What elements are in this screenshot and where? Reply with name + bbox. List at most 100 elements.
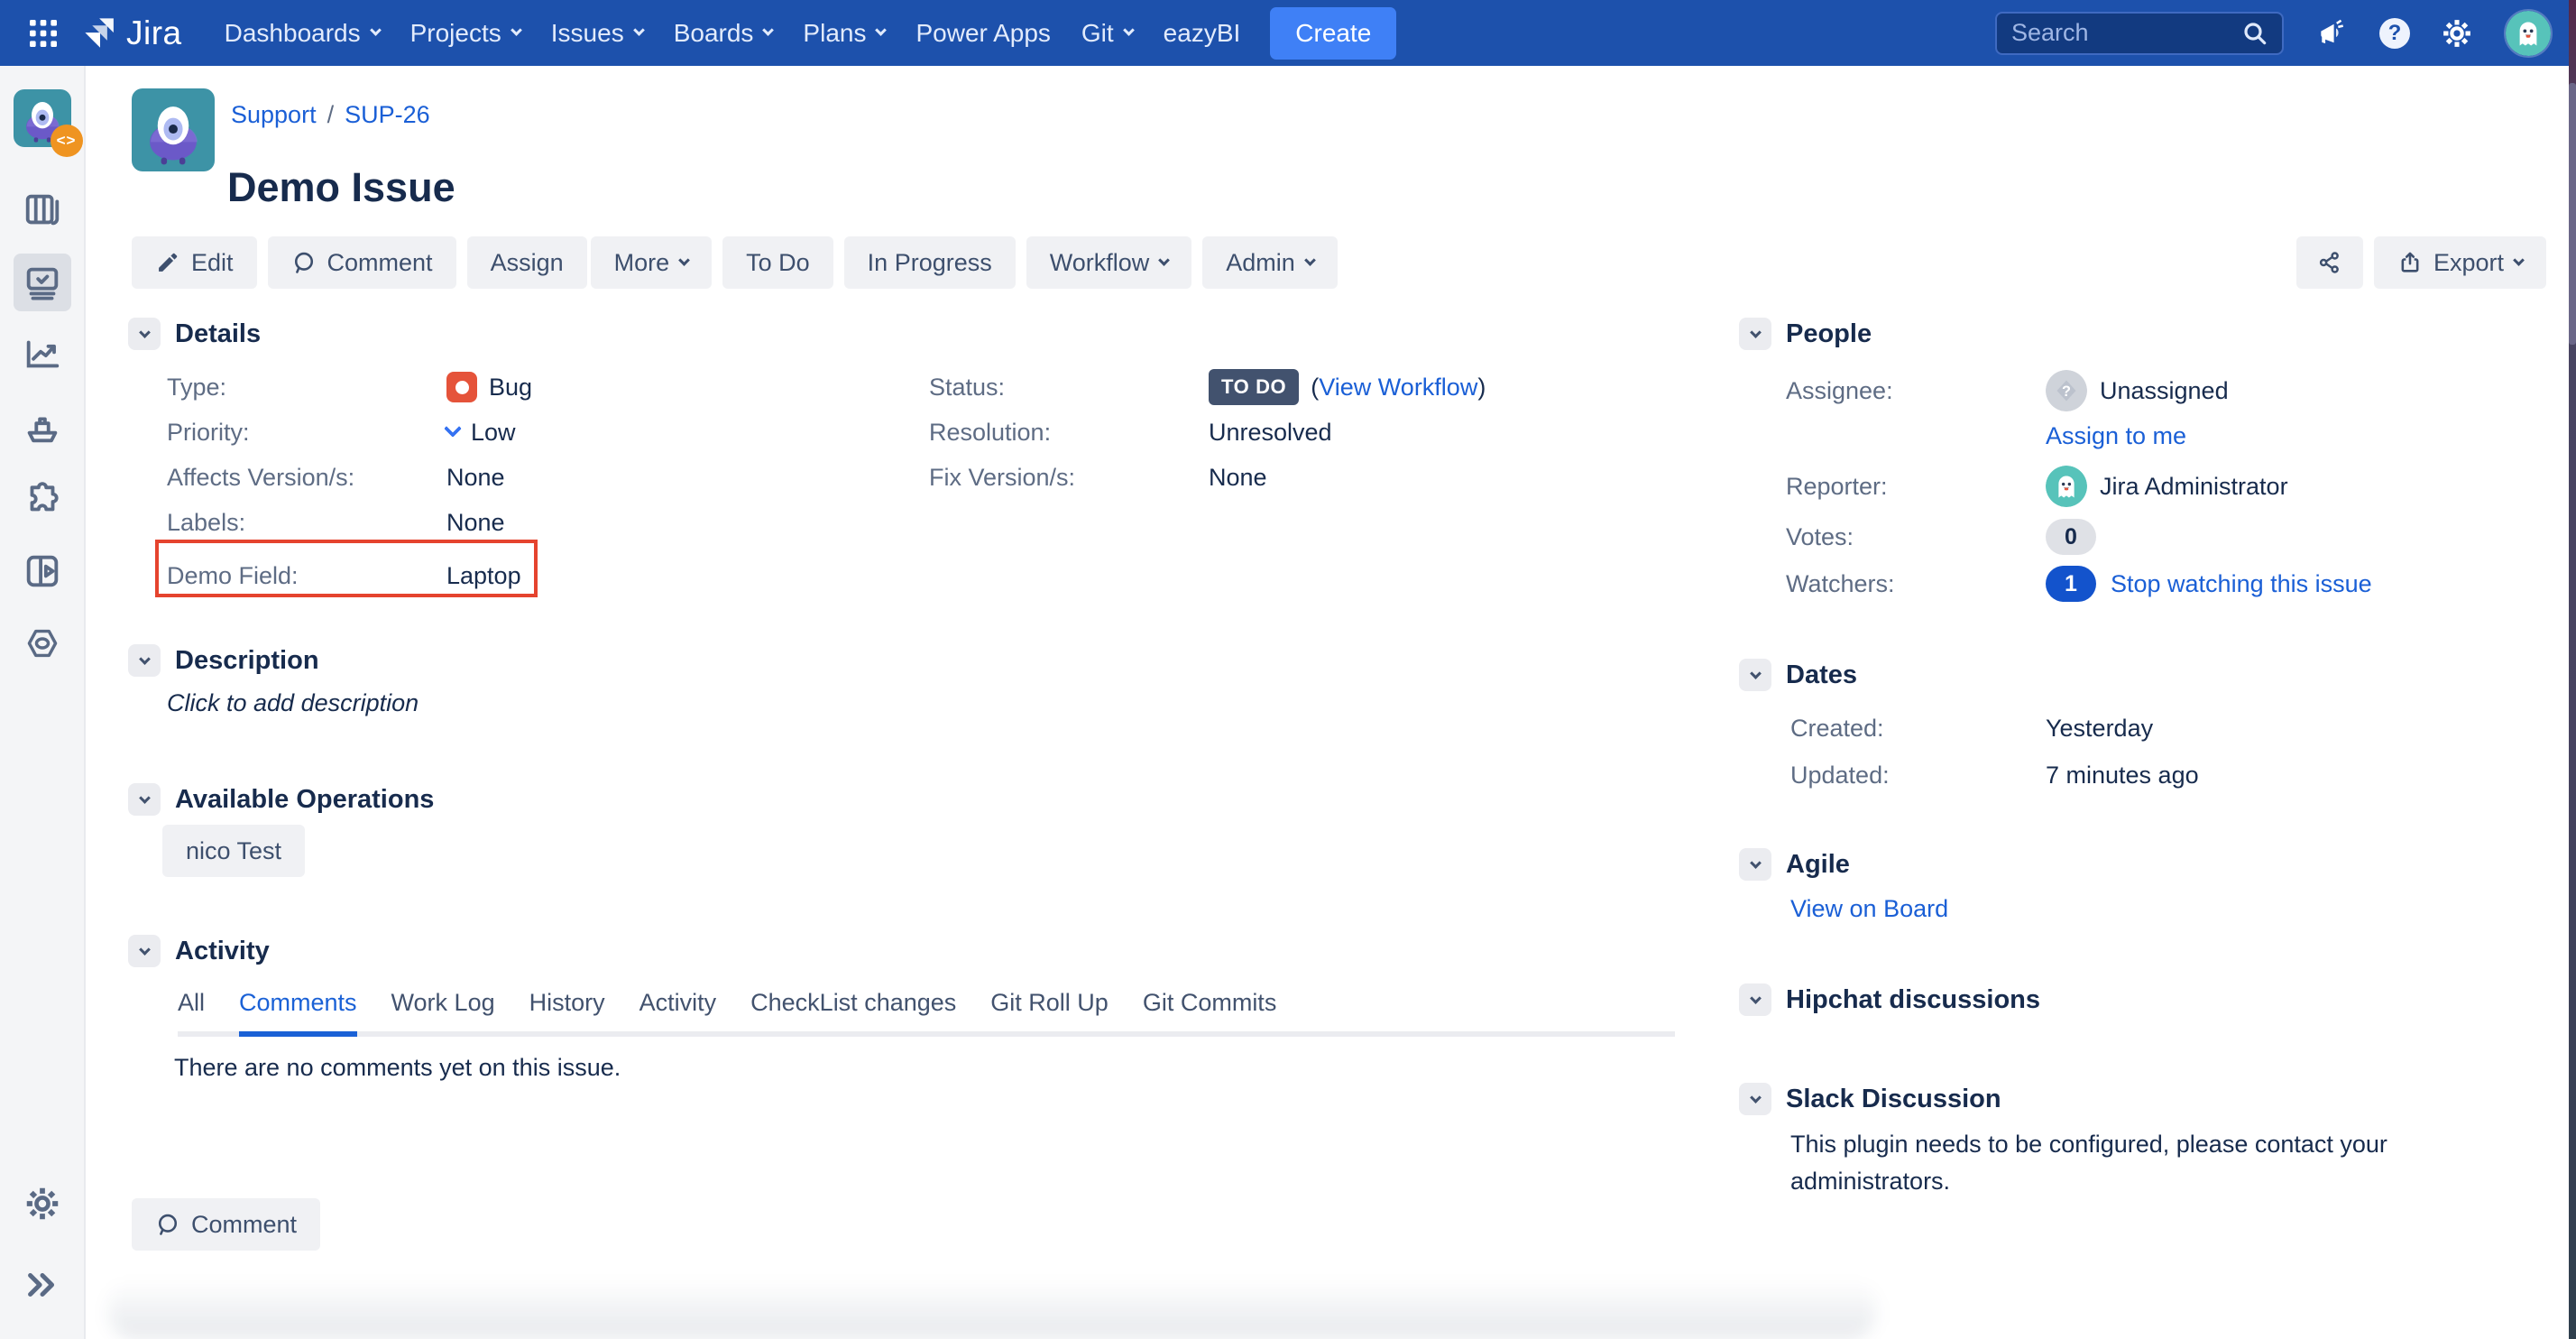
assign-group: Assign More [467, 236, 713, 289]
tab-git-roll-up[interactable]: Git Roll Up [990, 989, 1109, 1031]
view-on-board-link[interactable]: View on Board [1790, 895, 1948, 923]
nav-item-git[interactable]: Git [1066, 0, 1148, 66]
create-button[interactable]: Create [1270, 7, 1396, 60]
search-box[interactable] [1995, 12, 2284, 55]
jira-logo[interactable]: Jira [81, 14, 182, 52]
collapse-slack-icon[interactable] [1739, 1083, 1771, 1115]
breadcrumb-issue-link[interactable]: SUP-26 [345, 101, 430, 129]
unassigned-avatar: ? [2046, 370, 2087, 411]
tab-activity[interactable]: Activity [639, 989, 717, 1031]
workflow-button[interactable]: Workflow [1026, 236, 1192, 289]
collapse-dates-icon[interactable] [1739, 659, 1771, 691]
project-avatar-small[interactable]: <> [14, 89, 71, 147]
app-switcher-icon[interactable] [23, 14, 63, 53]
activity-section-header: Activity [128, 935, 270, 967]
in-progress-transition-button[interactable]: In Progress [844, 236, 1016, 289]
scrollbar[interactable] [2569, 0, 2576, 1339]
activity-heading: Activity [175, 937, 270, 966]
status-badge: TO DO [1209, 369, 1299, 405]
search-icon[interactable] [2240, 19, 2269, 48]
admin-button[interactable]: Admin [1202, 236, 1338, 289]
help-icon[interactable]: ? [2379, 18, 2410, 49]
votes-badge[interactable]: 0 [2046, 519, 2096, 555]
nico-test-button[interactable]: nico Test [162, 825, 305, 877]
chevron-down-icon [2513, 254, 2525, 266]
admin-button-label: Admin [1226, 249, 1295, 277]
description-placeholder[interactable]: Click to add description [167, 689, 419, 717]
collapse-sidebar-icon[interactable] [14, 1256, 71, 1314]
demo-field-value: Laptop [446, 562, 521, 590]
chevron-down-icon [1304, 254, 1316, 266]
user-avatar[interactable] [2504, 9, 2553, 58]
view-workflow-link[interactable]: View Workflow [1319, 374, 1477, 402]
gear-icon[interactable] [2437, 14, 2477, 53]
nav-item-plans[interactable]: Plans [787, 0, 900, 66]
collapse-details-icon[interactable] [128, 318, 161, 350]
priority-low-icon [444, 420, 462, 438]
sidebar-item-pages[interactable] [14, 542, 71, 600]
export-button[interactable]: Export [2374, 236, 2546, 289]
collapse-people-icon[interactable] [1739, 318, 1771, 350]
assign-button-label: Assign [491, 249, 564, 277]
tab-all[interactable]: All [178, 989, 205, 1031]
details-left-column: Type: Bug Priority: Low Affects Version/… [167, 365, 532, 598]
assign-button[interactable]: Assign [467, 236, 587, 289]
issue-toolbar: Edit Comment Assign More To Do In Progre… [132, 236, 1338, 289]
nav-item-boards[interactable]: Boards [658, 0, 788, 66]
assign-to-me-link[interactable]: Assign to me [2046, 422, 2186, 450]
nav-item-eazybi[interactable]: eazyBI [1148, 0, 1256, 66]
tab-checklist-changes[interactable]: CheckList changes [750, 989, 956, 1031]
tab-git-commits[interactable]: Git Commits [1143, 989, 1277, 1031]
scrollbar-thumb[interactable] [2569, 83, 2576, 345]
share-button[interactable] [2296, 236, 2363, 289]
comment-button[interactable]: Comment [268, 236, 456, 289]
more-button[interactable]: More [591, 236, 713, 289]
nav-item-projects[interactable]: Projects [395, 0, 536, 66]
more-button-label: More [614, 249, 670, 277]
sidebar-item-releases[interactable] [14, 398, 71, 456]
fix-versions-value: None [1209, 464, 1267, 492]
todo-transition-button[interactable]: To Do [722, 236, 833, 289]
watchers-badge[interactable]: 1 [2046, 566, 2096, 602]
project-settings-gear-icon[interactable] [14, 1175, 71, 1233]
collapse-activity-icon[interactable] [128, 935, 161, 967]
sidebar-item-reports[interactable] [14, 326, 71, 383]
nav-item-power-apps[interactable]: Power Apps [900, 0, 1065, 66]
sidebar-item-board[interactable] [14, 181, 71, 239]
reporter-avatar[interactable] [2046, 466, 2087, 507]
sidebar-item-settings-hex[interactable] [14, 614, 71, 672]
collapse-agile-icon[interactable] [1739, 848, 1771, 881]
sidebar-item-issues[interactable] [14, 254, 71, 311]
in-progress-button-label: In Progress [868, 249, 992, 277]
priority-value: Low [471, 419, 516, 447]
status-label: Status: [929, 374, 1209, 402]
nav-item-issues[interactable]: Issues [536, 0, 658, 66]
announcement-icon[interactable] [2313, 14, 2352, 53]
search-input[interactable] [2010, 18, 2240, 48]
nav-item-label: eazyBI [1164, 19, 1241, 48]
help-glyph: ? [2388, 21, 2402, 46]
breadcrumb-project-link[interactable]: Support [231, 101, 317, 129]
chevron-down-icon [370, 24, 382, 36]
collapse-hipchat-icon[interactable] [1739, 983, 1771, 1016]
tab-comments[interactable]: Comments [239, 989, 357, 1037]
nav-icon-group: ? [2313, 9, 2553, 58]
details-right-column: Status: TO DO (View Workflow) Resolution… [929, 365, 1486, 500]
chevron-down-icon [678, 254, 690, 266]
hipchat-section-header: Hipchat discussions [1739, 983, 2040, 1016]
updated-row: Updated: 7 minutes ago [1790, 753, 2199, 798]
edit-button-label: Edit [191, 249, 234, 277]
agile-heading: Agile [1786, 850, 1850, 880]
bottom-shadow [108, 1279, 1876, 1339]
collapse-description-icon[interactable] [128, 644, 161, 677]
comment-button-bottom[interactable]: Comment [132, 1198, 320, 1251]
project-avatar[interactable] [132, 88, 215, 171]
stop-watching-link[interactable]: Stop watching this issue [2111, 570, 2372, 598]
sidebar-item-addons[interactable] [14, 470, 71, 528]
tab-history[interactable]: History [529, 989, 605, 1031]
nav-item-dashboards[interactable]: Dashboards [209, 0, 395, 66]
updated-label: Updated: [1790, 762, 2046, 790]
tab-work-log[interactable]: Work Log [391, 989, 495, 1031]
edit-button[interactable]: Edit [132, 236, 257, 289]
collapse-operations-icon[interactable] [128, 783, 161, 816]
